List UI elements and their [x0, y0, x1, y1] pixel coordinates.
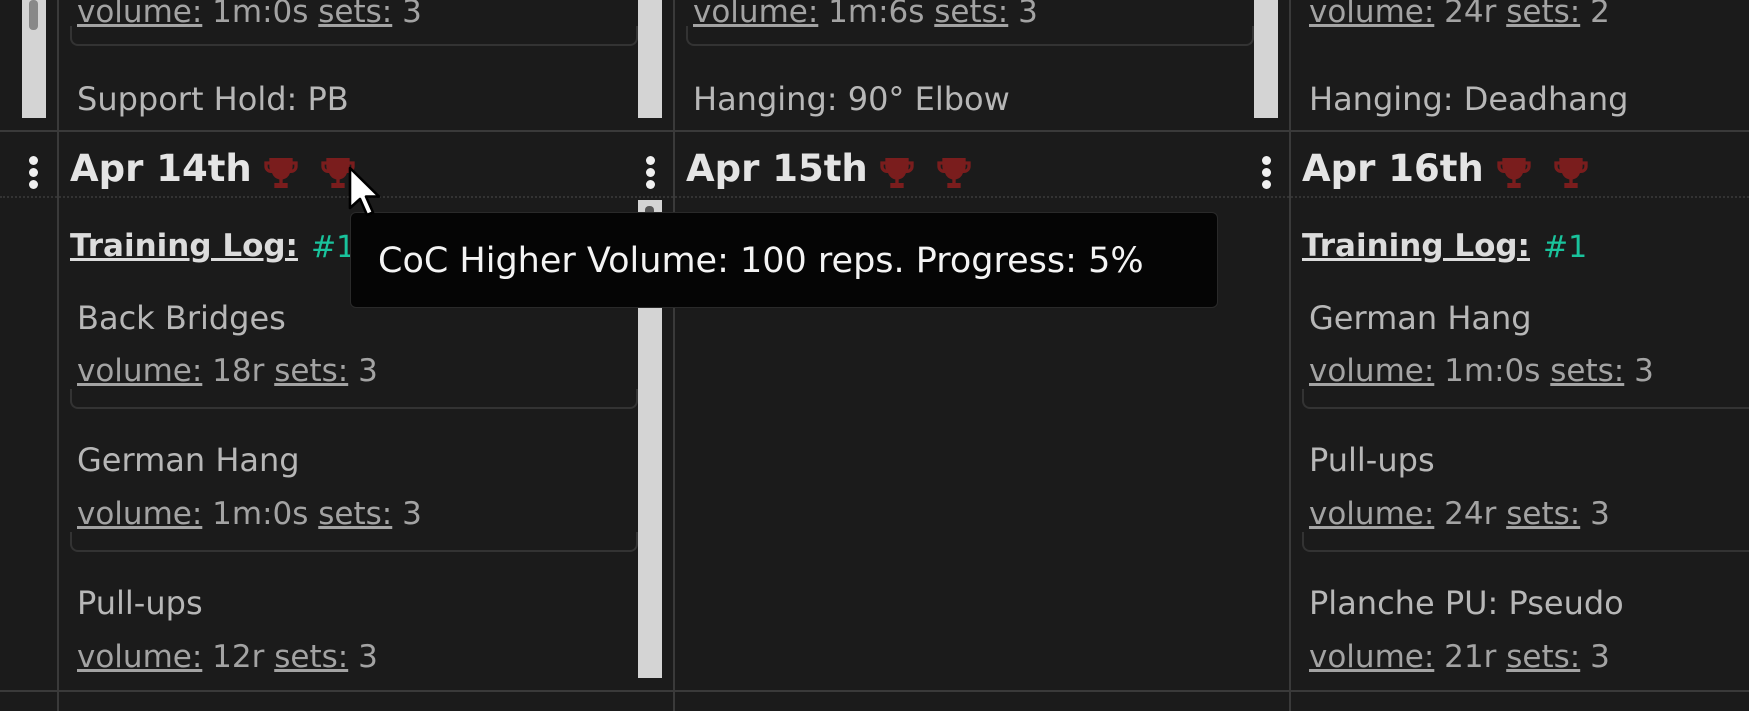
- volume-value: 21r: [1444, 639, 1497, 675]
- sets-label[interactable]: sets:: [1506, 0, 1580, 30]
- volume-value: 18r: [212, 353, 265, 389]
- volume-label[interactable]: volume:: [1309, 353, 1434, 389]
- row-divider: [0, 130, 1749, 132]
- sets-value: 3: [358, 353, 378, 389]
- exercise-name[interactable]: Hanging: Deadhang: [1309, 80, 1628, 118]
- volume-value: 1m:0s: [212, 0, 309, 30]
- training-log-link[interactable]: Training Log:: [70, 228, 298, 264]
- exercise-card-border: [1302, 389, 1749, 409]
- kebab-menu-icon[interactable]: [645, 156, 655, 190]
- sets-value: 3: [1590, 496, 1610, 532]
- volume-label[interactable]: volume:: [1309, 496, 1434, 532]
- sets-label[interactable]: sets:: [1550, 353, 1624, 389]
- exercise-meta: volume: 12r sets: 3: [77, 639, 378, 675]
- sets-value: 3: [1634, 353, 1654, 389]
- volume-label[interactable]: volume:: [77, 496, 202, 532]
- column-divider: [1289, 0, 1291, 711]
- sets-label[interactable]: sets:: [1506, 639, 1580, 675]
- mouse-cursor-icon: [348, 166, 381, 217]
- column-divider: [57, 0, 59, 711]
- training-log-number: #1: [311, 230, 356, 265]
- volume-label[interactable]: volume:: [77, 353, 202, 389]
- sets-label[interactable]: sets:: [1506, 496, 1580, 532]
- row-divider: [0, 690, 1749, 692]
- scrollbar[interactable]: [638, 0, 662, 118]
- volume-label[interactable]: volume:: [1309, 0, 1434, 30]
- sets-value: 3: [402, 496, 422, 532]
- training-log-number: #1: [1543, 230, 1588, 265]
- header-separator: [0, 196, 1749, 198]
- kebab-menu-icon[interactable]: [1261, 156, 1271, 190]
- sets-label[interactable]: sets:: [274, 639, 348, 675]
- day-date: Apr 15th: [686, 147, 868, 190]
- sets-value: 3: [1590, 639, 1610, 675]
- volume-label[interactable]: volume:: [693, 0, 818, 30]
- exercise-name[interactable]: Planche PU: Pseudo: [1309, 584, 1624, 622]
- column-divider: [673, 0, 675, 711]
- sets-label[interactable]: sets:: [274, 353, 348, 389]
- volume-label[interactable]: volume:: [77, 639, 202, 675]
- sets-value: 3: [402, 0, 422, 30]
- day-date: Apr 16th: [1302, 147, 1484, 190]
- exercise-name[interactable]: Pull-ups: [77, 584, 203, 622]
- scrollbar-thumb[interactable]: [29, 0, 38, 30]
- trophy-icon[interactable]: [934, 153, 974, 193]
- exercise-meta: volume: 1m:0s sets: 3: [77, 0, 422, 30]
- exercise-meta: volume: 21r sets: 3: [1309, 639, 1610, 675]
- scrollbar[interactable]: [1254, 0, 1278, 118]
- sets-label[interactable]: sets:: [318, 496, 392, 532]
- sets-label[interactable]: sets:: [934, 0, 1008, 30]
- volume-value: 24r: [1444, 496, 1497, 532]
- exercise-card-border: [1302, 532, 1749, 552]
- training-log-link[interactable]: Training Log:: [1302, 228, 1530, 264]
- exercise-name[interactable]: German Hang: [1309, 299, 1532, 337]
- volume-value: 1m:0s: [1444, 353, 1541, 389]
- exercise-name[interactable]: Hanging: 90° Elbow: [693, 80, 1010, 118]
- exercise-meta: volume: 1m:6s sets: 3: [693, 0, 1038, 30]
- exercise-name[interactable]: Back Bridges: [77, 299, 286, 337]
- volume-label[interactable]: volume:: [77, 0, 202, 30]
- trophy-icon[interactable]: [261, 153, 301, 193]
- exercise-meta: volume: 18r sets: 3: [77, 353, 378, 389]
- sets-value: 2: [1590, 0, 1610, 30]
- trophy-icon[interactable]: [1494, 153, 1534, 193]
- volume-value: 1m:0s: [212, 496, 309, 532]
- volume-value: 24r: [1444, 0, 1497, 30]
- volume-value: 12r: [212, 639, 265, 675]
- sets-value: 3: [1018, 0, 1038, 30]
- trophy-icon[interactable]: [877, 153, 917, 193]
- exercise-card-border: [70, 532, 638, 552]
- exercise-name[interactable]: Pull-ups: [1309, 441, 1435, 479]
- exercise-name[interactable]: German Hang: [77, 441, 300, 479]
- exercise-card-border: [70, 389, 638, 409]
- trophy-icon[interactable]: [1551, 153, 1591, 193]
- sets-label[interactable]: sets:: [318, 0, 392, 30]
- exercise-meta: volume: 1m:0s sets: 3: [1309, 353, 1654, 389]
- sets-value: 3: [358, 639, 378, 675]
- kebab-menu-icon[interactable]: [28, 156, 38, 190]
- exercise-meta: volume: 1m:0s sets: 3: [77, 496, 422, 532]
- volume-label[interactable]: volume:: [1309, 639, 1434, 675]
- exercise-meta: volume: 24r sets: 3: [1309, 496, 1610, 532]
- tooltip-text: CoC Higher Volume: 100 reps. Progress: 5…: [378, 241, 1144, 281]
- volume-value: 1m:6s: [828, 0, 925, 30]
- exercise-name[interactable]: Support Hold: PB: [77, 80, 349, 118]
- trophy-tooltip: CoC Higher Volume: 100 reps. Progress: 5…: [350, 212, 1218, 308]
- day-date: Apr 14th: [70, 147, 252, 190]
- exercise-meta: volume: 24r sets: 2: [1309, 0, 1610, 30]
